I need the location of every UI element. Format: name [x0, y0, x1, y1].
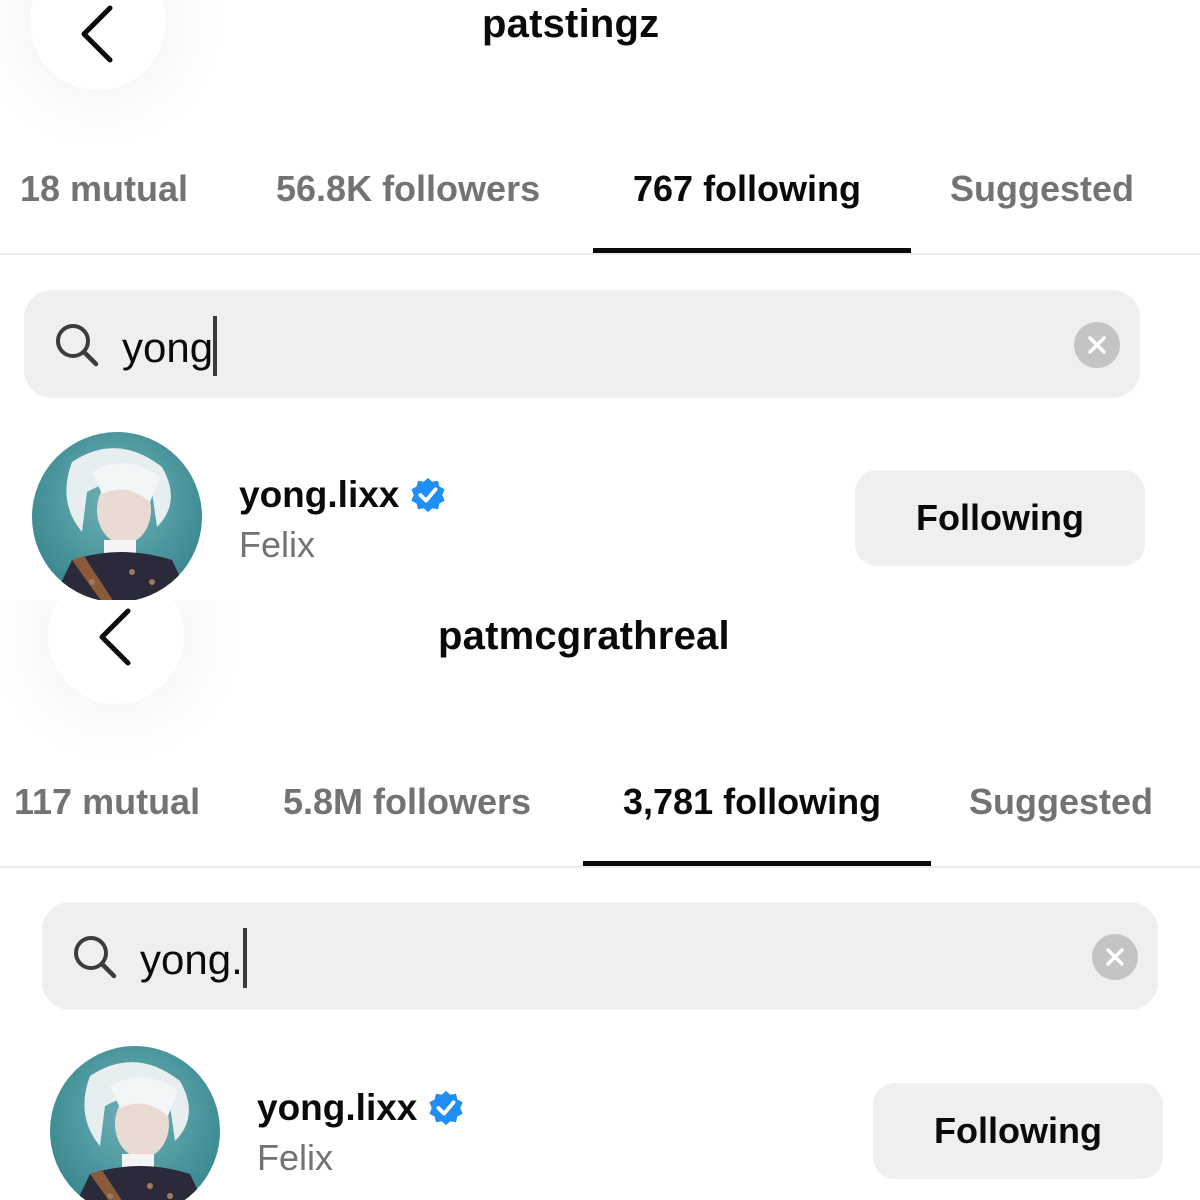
tab-mutual[interactable]: 117 mutual [14, 781, 200, 823]
result-handle-row[interactable]: yong.lixx [257, 1087, 465, 1129]
clear-icon [1088, 336, 1106, 354]
search-icon [74, 936, 117, 979]
search-query: yong [122, 324, 214, 371]
search-input[interactable]: yong. [140, 928, 247, 988]
text-cursor [242, 928, 247, 988]
tab-following[interactable]: 3,781 following [623, 781, 881, 823]
search-query: yong. [140, 936, 243, 983]
tab-following[interactable]: 767 following [633, 168, 861, 210]
tabs-divider [0, 866, 1200, 868]
tab-suggested[interactable]: Suggested [950, 168, 1134, 210]
following-button[interactable]: Following [873, 1083, 1163, 1179]
result-handle: yong.lixx [257, 1087, 418, 1128]
result-full-name: Felix [257, 1137, 334, 1178]
result-full-name: Felix [239, 524, 316, 565]
following-button[interactable]: Following [855, 470, 1145, 566]
clear-search-button[interactable] [1092, 934, 1138, 980]
text-cursor [213, 316, 218, 376]
tab-suggested[interactable]: Suggested [969, 781, 1153, 823]
clear-icon [1106, 948, 1124, 966]
avatar[interactable] [50, 1046, 220, 1200]
avatar[interactable] [32, 432, 202, 600]
clear-search-button[interactable] [1074, 322, 1120, 368]
result-handle-row[interactable]: yong.lixx [239, 474, 447, 516]
search-input[interactable]: yong [122, 316, 218, 376]
verified-badge-icon [411, 477, 446, 513]
profile-following-screen-2: patmcgrathreal 117 mutual 5.8M followers… [0, 600, 1200, 1200]
chevron-left-icon [81, 5, 113, 63]
tab-followers[interactable]: 5.8M followers [283, 781, 531, 823]
back-button[interactable] [48, 600, 184, 704]
back-button[interactable] [30, 0, 166, 90]
search-bar[interactable]: yong [24, 290, 1140, 398]
search-icon [56, 324, 99, 367]
profile-username: patmcgrathreal [438, 614, 730, 658]
profile-following-screen-1: patstingz 18 mutual 56.8K followers 767 … [0, 0, 1200, 600]
result-handle: yong.lixx [239, 474, 400, 515]
verified-badge-icon [429, 1090, 464, 1126]
tabs-divider [0, 253, 1200, 255]
tab-followers[interactable]: 56.8K followers [276, 168, 540, 210]
tab-mutual[interactable]: 18 mutual [20, 168, 188, 210]
chevron-left-icon [99, 608, 131, 666]
profile-username: patstingz [482, 2, 660, 46]
search-bar[interactable]: yong. [42, 902, 1158, 1010]
